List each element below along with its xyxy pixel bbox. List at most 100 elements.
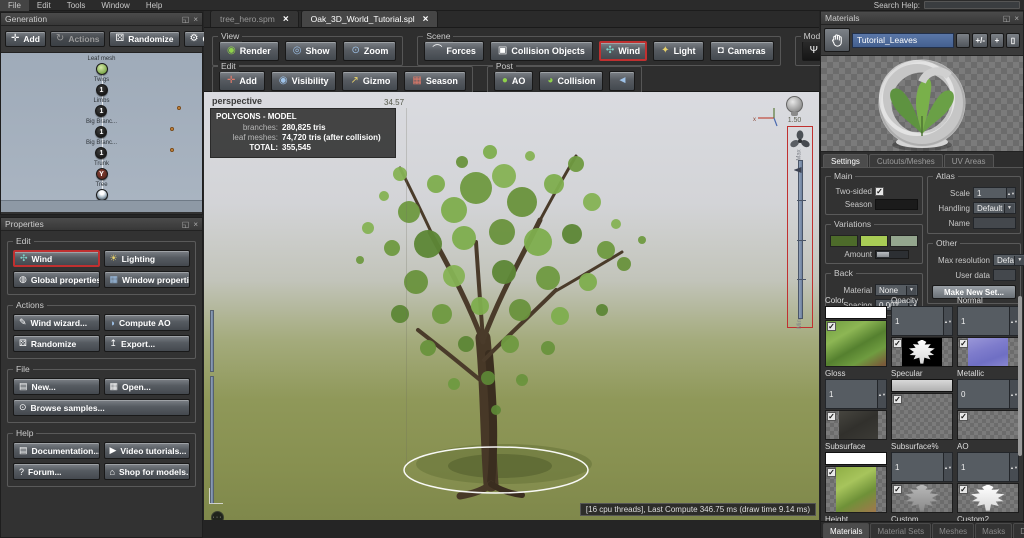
node-graph[interactable]: Leaf mesh Twigs1 Limbs1 Big Branc...1 Bi… <box>1 52 202 200</box>
metallic-stepper[interactable]: 0 <box>957 379 1019 409</box>
add-button[interactable]: ✛Add <box>219 71 265 91</box>
wind-button[interactable]: ✣Wind <box>599 41 647 61</box>
actions-button[interactable]: ↻Actions <box>50 31 106 47</box>
max-resolution-select[interactable]: Default <box>993 254 1024 266</box>
normal-stepper[interactable]: 1 <box>957 306 1019 336</box>
user-data-input[interactable] <box>993 269 1016 281</box>
back-button[interactable]: ◄ <box>609 71 635 91</box>
node-big-branch-1[interactable]: Big Branc...1 <box>86 119 117 140</box>
video-tutorials-button[interactable]: ▶Video tutorials... <box>104 442 191 459</box>
export-button[interactable]: ↥Export... <box>104 335 191 352</box>
window-properties-button[interactable]: ▦Window properties <box>104 271 191 288</box>
material-preview[interactable] <box>821 56 1023 152</box>
close-tab-icon[interactable]: × <box>283 14 289 25</box>
bottom-tab-masks[interactable]: Masks <box>975 523 1012 538</box>
node-twigs[interactable]: Twigs1 <box>94 77 109 98</box>
atlas-scale-stepper[interactable]: 1 <box>973 187 1016 199</box>
close-tab-icon[interactable]: × <box>423 14 429 25</box>
menu-edit[interactable]: Edit <box>29 0 59 11</box>
visibility-button[interactable]: ◉Visibility <box>271 71 337 91</box>
randomize-button[interactable]: ⚄Randomize <box>13 335 100 352</box>
metallic-texture[interactable]: ✓ <box>957 410 1019 440</box>
menu-window[interactable]: Window <box>93 0 137 11</box>
subsurface-swatch[interactable] <box>825 452 887 465</box>
bottom-tab-meshes[interactable]: Meshes <box>932 523 974 538</box>
gloss-stepper[interactable]: 1 <box>825 379 887 409</box>
paste-material-button[interactable]: ▯ <box>1006 33 1020 48</box>
normal-texture[interactable]: ✓ <box>957 337 1019 367</box>
add-material-button[interactable]: + <box>990 33 1004 48</box>
tab-settings[interactable]: Settings <box>823 154 868 167</box>
documentation-button[interactable]: ▤Documentation... <box>13 442 100 459</box>
shop-models-button[interactable]: ⌂Shop for models... <box>104 463 191 480</box>
ao-button[interactable]: ●AO <box>494 71 534 91</box>
hand-tool-button[interactable] <box>824 28 850 52</box>
subsurface-texture[interactable]: ✓ <box>825 466 887 513</box>
wind-wizard-button[interactable]: ✎Wind wizard... <box>13 314 100 331</box>
viewport-3d[interactable]: perspective POLYGONS - MODEL branches:28… <box>204 92 819 520</box>
add-button[interactable]: ✛Add <box>5 31 46 47</box>
variation-swatch-3[interactable] <box>890 235 918 247</box>
float-panel-icon[interactable]: ◱ <box>182 218 190 231</box>
wind-properties-button[interactable]: ✣Wind <box>13 250 100 267</box>
specular-swatch[interactable] <box>891 379 953 392</box>
subsurface-pct-stepper[interactable]: 1 <box>891 452 953 482</box>
menu-file[interactable]: File <box>0 0 29 11</box>
add-remove-material-button[interactable]: +/- <box>972 33 988 48</box>
menu-help[interactable]: Help <box>138 0 170 11</box>
materials-scrollbar[interactable] <box>1018 296 1022 456</box>
atlas-handling-select[interactable]: Default <box>973 202 1016 214</box>
enable-checkbox[interactable]: ✓ <box>893 485 902 494</box>
bottom-tab-materials[interactable]: Materials <box>823 523 869 538</box>
viewport-more-button[interactable]: ··· <box>211 511 224 520</box>
search-help-input[interactable] <box>924 1 1020 9</box>
amount-slider[interactable] <box>875 250 909 259</box>
lighting-button[interactable]: ☀Lighting <box>104 250 191 267</box>
atlas-name-input[interactable] <box>973 217 1016 229</box>
enable-checkbox[interactable]: ✓ <box>959 339 968 348</box>
close-panel-icon[interactable]: × <box>193 218 198 231</box>
wind-strength-slider[interactable]: Max Min <box>787 126 813 328</box>
opacity-texture[interactable]: ✓ <box>891 337 953 367</box>
wind-slider-handle[interactable] <box>794 167 802 173</box>
menu-tools[interactable]: Tools <box>59 0 94 11</box>
forum-button[interactable]: ?Forum... <box>13 463 100 480</box>
enable-checkbox[interactable]: ✓ <box>959 485 968 494</box>
forces-button[interactable]: ⌒Forces <box>424 41 484 61</box>
cameras-button[interactable]: ◘Cameras <box>710 41 774 61</box>
color-swatch[interactable] <box>825 306 887 319</box>
two-sided-checkbox[interactable]: ✓ <box>875 187 884 196</box>
node-tree[interactable]: Tree <box>95 182 107 200</box>
close-panel-icon[interactable]: × <box>1014 12 1019 25</box>
zoom-button[interactable]: ⊙Zoom <box>343 41 396 61</box>
wind-slider-track[interactable] <box>798 160 803 319</box>
tab-uv-areas[interactable]: UV Areas <box>944 154 994 167</box>
float-panel-icon[interactable]: ◱ <box>182 13 190 26</box>
ao-texture[interactable]: ✓ <box>957 483 1019 513</box>
enable-checkbox[interactable]: ✓ <box>827 468 836 477</box>
material-dropdown-arrow[interactable] <box>956 33 970 48</box>
opacity-stepper[interactable]: 1 <box>891 306 953 336</box>
enable-checkbox[interactable]: ✓ <box>893 395 902 404</box>
enable-checkbox[interactable]: ✓ <box>827 322 836 331</box>
tab-cutouts-meshes[interactable]: Cutouts/Meshes <box>869 154 943 167</box>
gloss-texture[interactable]: ✓ <box>825 410 887 440</box>
render-button[interactable]: ◉Render <box>219 41 279 61</box>
node-leaf-mesh[interactable]: Leaf mesh <box>87 56 115 77</box>
node-big-branch-2[interactable]: Big Branc...1 <box>86 140 117 161</box>
light-button[interactable]: ✦Light <box>653 41 703 61</box>
material-select[interactable]: Tutorial_Leaves <box>852 33 954 48</box>
randomize-button[interactable]: ⚄Randomize <box>109 31 179 47</box>
node-limbs[interactable]: Limbs1 <box>93 98 109 119</box>
bottom-tab-material-sets[interactable]: Material Sets <box>870 523 931 538</box>
node-trunk[interactable]: TrunkY <box>94 161 109 182</box>
variation-swatch-2[interactable] <box>860 235 888 247</box>
enable-checkbox[interactable]: ✓ <box>959 412 968 421</box>
season-color-swatch[interactable] <box>875 199 918 210</box>
viewport-left-slider[interactable] <box>207 310 215 506</box>
gizmo-button[interactable]: ↗Gizmo <box>342 71 398 91</box>
tab-oak-tutorial[interactable]: Oak_3D_World_Tutorial.spl × <box>301 10 439 27</box>
compute-ao-button[interactable]: ◑Compute AO <box>104 314 191 331</box>
open-button[interactable]: ▦Open... <box>104 378 191 395</box>
enable-checkbox[interactable]: ✓ <box>827 412 836 421</box>
